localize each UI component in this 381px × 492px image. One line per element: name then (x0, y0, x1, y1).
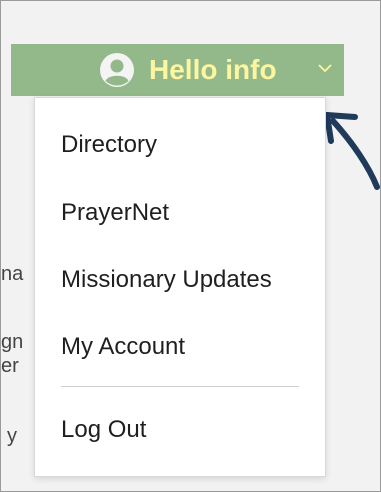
background-text-fragment: gn (1, 331, 24, 353)
menu-item-prayernet[interactable]: PrayerNet (61, 199, 169, 227)
user-avatar-icon[interactable] (100, 53, 134, 87)
user-menu-bar[interactable]: Hello info (11, 44, 344, 96)
background-text-fragment: na (1, 263, 24, 285)
user-greeting[interactable]: Hello info (149, 53, 277, 87)
arrow-annotation-icon (324, 112, 380, 190)
menu-item-log-out[interactable]: Log Out (61, 416, 146, 444)
menu-item-missionary-updates[interactable]: Missionary Updates (61, 266, 272, 294)
user-dropdown-menu: Directory PrayerNet Missionary Updates M… (34, 97, 326, 477)
chevron-down-icon[interactable] (317, 62, 333, 74)
menu-item-directory[interactable]: Directory (61, 131, 157, 159)
menu-item-my-account[interactable]: My Account (61, 333, 185, 361)
background-text-fragment: er (1, 355, 19, 377)
background-text-fragment: y (7, 425, 17, 447)
menu-divider (61, 386, 299, 387)
screenshot-frame: na gn er y Hello info Directory PrayerNe… (0, 0, 381, 492)
